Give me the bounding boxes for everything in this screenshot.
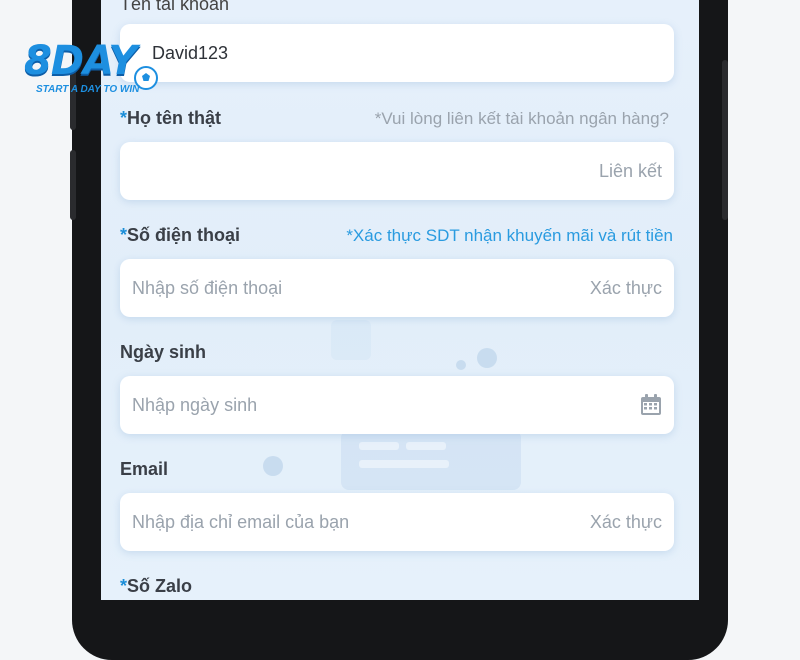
phone-input[interactable]: Nhập số điện thoại [132,278,590,299]
email-label: Email [120,459,169,479]
required-star: * [120,108,128,128]
username-field[interactable]: David123 [120,24,674,82]
phone-label: *Số điện thoại [120,225,240,246]
birthday-label: Ngày sinh [120,342,207,362]
fullname-label: *Họ tên thật [120,108,221,129]
birthday-input[interactable]: Nhập ngày sinh [132,395,640,416]
required-star: * [120,576,128,596]
phone-field[interactable]: Nhập số điện thoại Xác thực [120,259,674,317]
logo-tagline: START A DAY TO WIN [36,84,140,95]
email-verify-button[interactable]: Xác thực [590,512,662,533]
email-field[interactable]: Nhập địa chỉ email của bạn Xác thực [120,493,674,551]
link-button[interactable]: Liên kết [599,161,662,182]
username-label: Tên tài khoản [120,0,230,14]
fullname-field[interactable]: Liên kết [120,142,674,200]
zalo-label-text: Số Zalo [127,576,193,596]
bank-link-hint[interactable]: *Vui lòng liên kết tài khoản ngân hàng? [375,109,669,129]
username-value: David123 [152,42,229,63]
app-screen: Tên tài khoản David123 *Họ tên thật *Vui… [101,0,699,600]
fullname-label-text: Họ tên thật [127,108,222,128]
logo-text: 8DAY [24,38,137,84]
zalo-label: *Số Zalo [120,576,192,597]
required-star: * [120,225,128,245]
phone-verify-hint[interactable]: *Xác thực SDT nhận khuyến mãi và rút tiề… [346,226,673,246]
phone-verify-button[interactable]: Xác thực [590,278,662,299]
phone-side-button [70,150,76,220]
brand-logo: 8DAY START A DAY TO WIN [24,38,164,108]
phone-side-button [722,60,728,220]
birthday-field[interactable]: Nhập ngày sinh [120,376,674,434]
phone-label-text: Số điện thoại [127,225,241,245]
calendar-icon[interactable] [640,394,662,416]
email-input[interactable]: Nhập địa chỉ email của bạn [132,512,590,533]
